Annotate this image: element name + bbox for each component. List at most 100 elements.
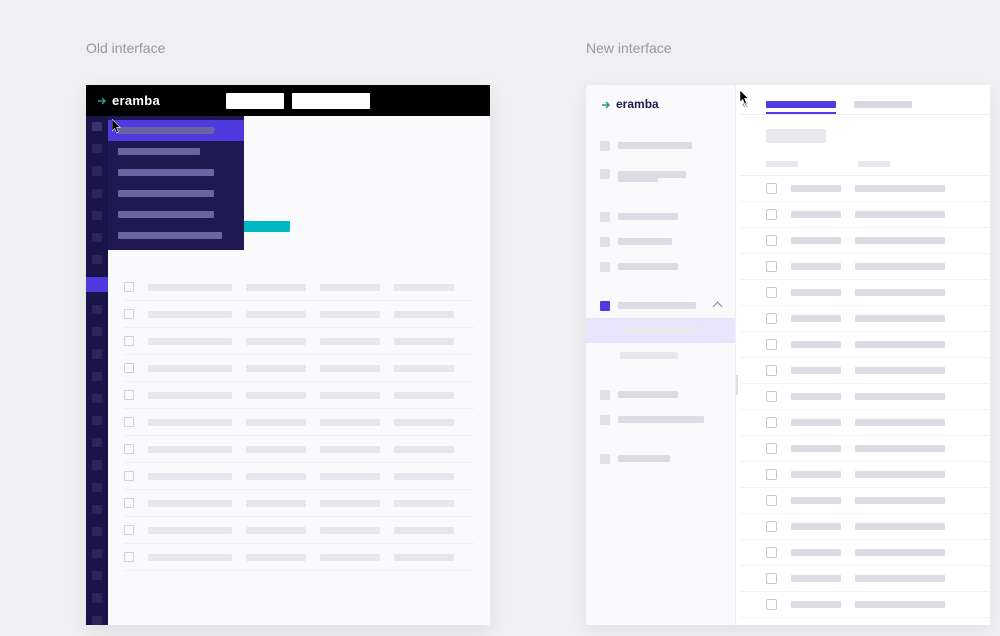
table-row[interactable] bbox=[740, 202, 990, 228]
table-row[interactable] bbox=[124, 382, 474, 409]
rail-nav-icon[interactable] bbox=[92, 144, 102, 153]
rail-nav-icon[interactable] bbox=[92, 549, 102, 558]
nav-subitem[interactable] bbox=[586, 318, 735, 343]
rail-nav-icon[interactable] bbox=[92, 166, 102, 175]
rail-nav-icon[interactable] bbox=[92, 416, 102, 425]
nav-subitem[interactable] bbox=[586, 343, 735, 368]
rail-nav-icon[interactable] bbox=[92, 593, 102, 602]
table-row[interactable] bbox=[124, 301, 474, 328]
row-checkbox[interactable] bbox=[124, 282, 134, 292]
row-checkbox[interactable] bbox=[124, 417, 134, 427]
nav-item[interactable] bbox=[586, 293, 735, 318]
flyout-menu-item[interactable] bbox=[108, 204, 244, 225]
table-row[interactable] bbox=[124, 544, 474, 571]
table-row[interactable] bbox=[740, 566, 990, 592]
topbar-button[interactable] bbox=[226, 93, 284, 109]
row-checkbox[interactable] bbox=[766, 547, 777, 558]
row-checkbox[interactable] bbox=[766, 599, 777, 610]
row-checkbox[interactable] bbox=[124, 525, 134, 535]
table-row[interactable] bbox=[124, 355, 474, 382]
table-row[interactable] bbox=[740, 410, 990, 436]
rail-nav-icon[interactable] bbox=[92, 438, 102, 447]
rail-nav-icon[interactable] bbox=[92, 483, 102, 492]
flyout-menu-item[interactable] bbox=[108, 225, 244, 246]
table-row[interactable] bbox=[740, 592, 990, 618]
table-row[interactable] bbox=[740, 436, 990, 462]
brand-logo[interactable]: eramba bbox=[586, 97, 735, 111]
rail-nav-icon[interactable] bbox=[86, 277, 108, 292]
table-row[interactable] bbox=[124, 517, 474, 544]
table-row[interactable] bbox=[740, 358, 990, 384]
flyout-menu-item[interactable] bbox=[108, 162, 244, 183]
row-checkbox[interactable] bbox=[766, 391, 777, 402]
table-row[interactable] bbox=[740, 280, 990, 306]
nav-item[interactable] bbox=[586, 158, 735, 190]
brand-logo[interactable]: eramba bbox=[96, 93, 160, 108]
table-row[interactable] bbox=[124, 409, 474, 436]
nav-item[interactable] bbox=[586, 254, 735, 279]
rail-nav-icon[interactable] bbox=[92, 349, 102, 358]
row-checkbox[interactable] bbox=[766, 417, 777, 428]
flyout-menu-item[interactable] bbox=[108, 120, 244, 141]
nav-item[interactable] bbox=[586, 446, 735, 471]
row-checkbox[interactable] bbox=[766, 495, 777, 506]
tab[interactable] bbox=[854, 101, 912, 108]
row-checkbox[interactable] bbox=[124, 498, 134, 508]
rail-nav-icon[interactable] bbox=[92, 372, 102, 381]
row-checkbox[interactable] bbox=[766, 235, 777, 246]
row-checkbox[interactable] bbox=[124, 309, 134, 319]
nav-item[interactable] bbox=[586, 229, 735, 254]
rail-nav-icon[interactable] bbox=[92, 394, 102, 403]
table-row[interactable] bbox=[740, 254, 990, 280]
rail-nav-icon[interactable] bbox=[92, 571, 102, 580]
table-row[interactable] bbox=[740, 618, 990, 625]
row-checkbox[interactable] bbox=[766, 469, 777, 480]
rail-nav-icon[interactable] bbox=[92, 527, 102, 536]
column-header[interactable] bbox=[766, 161, 798, 167]
row-checkbox[interactable] bbox=[766, 573, 777, 584]
table-row[interactable] bbox=[124, 490, 474, 517]
nav-item[interactable] bbox=[586, 407, 735, 432]
row-checkbox[interactable] bbox=[766, 521, 777, 532]
row-checkbox[interactable] bbox=[124, 363, 134, 373]
rail-nav-icon[interactable] bbox=[92, 460, 102, 469]
table-row[interactable] bbox=[740, 176, 990, 202]
table-row[interactable] bbox=[740, 306, 990, 332]
nav-item[interactable] bbox=[586, 382, 735, 407]
rail-nav-icon[interactable] bbox=[92, 505, 102, 514]
table-row[interactable] bbox=[740, 332, 990, 358]
rail-nav-icon[interactable] bbox=[92, 189, 102, 198]
rail-nav-icon[interactable] bbox=[92, 233, 102, 242]
table-row[interactable] bbox=[740, 462, 990, 488]
rail-nav-icon[interactable] bbox=[92, 122, 102, 131]
table-row[interactable] bbox=[740, 488, 990, 514]
table-row[interactable] bbox=[124, 463, 474, 490]
row-checkbox[interactable] bbox=[124, 390, 134, 400]
table-row[interactable] bbox=[124, 274, 474, 301]
row-checkbox[interactable] bbox=[766, 339, 777, 350]
rail-nav-icon[interactable] bbox=[92, 211, 102, 220]
table-row[interactable] bbox=[740, 514, 990, 540]
tab[interactable] bbox=[766, 101, 836, 108]
rail-nav-icon[interactable] bbox=[92, 616, 102, 625]
row-checkbox[interactable] bbox=[766, 183, 777, 194]
row-checkbox[interactable] bbox=[766, 365, 777, 376]
flyout-menu-item[interactable] bbox=[108, 141, 244, 162]
row-checkbox[interactable] bbox=[124, 471, 134, 481]
row-checkbox[interactable] bbox=[124, 552, 134, 562]
flyout-menu-item[interactable] bbox=[108, 183, 244, 204]
resize-handle-icon[interactable] bbox=[736, 375, 738, 395]
row-checkbox[interactable] bbox=[124, 336, 134, 346]
row-checkbox[interactable] bbox=[766, 443, 777, 454]
row-checkbox[interactable] bbox=[766, 313, 777, 324]
rail-nav-icon[interactable] bbox=[92, 305, 102, 314]
rail-nav-icon[interactable] bbox=[92, 327, 102, 336]
row-checkbox[interactable] bbox=[766, 261, 777, 272]
row-checkbox[interactable] bbox=[766, 209, 777, 220]
table-row[interactable] bbox=[740, 540, 990, 566]
column-header[interactable] bbox=[858, 161, 890, 167]
table-row[interactable] bbox=[740, 384, 990, 410]
table-row[interactable] bbox=[124, 328, 474, 355]
table-row[interactable] bbox=[740, 228, 990, 254]
nav-item[interactable] bbox=[586, 204, 735, 229]
